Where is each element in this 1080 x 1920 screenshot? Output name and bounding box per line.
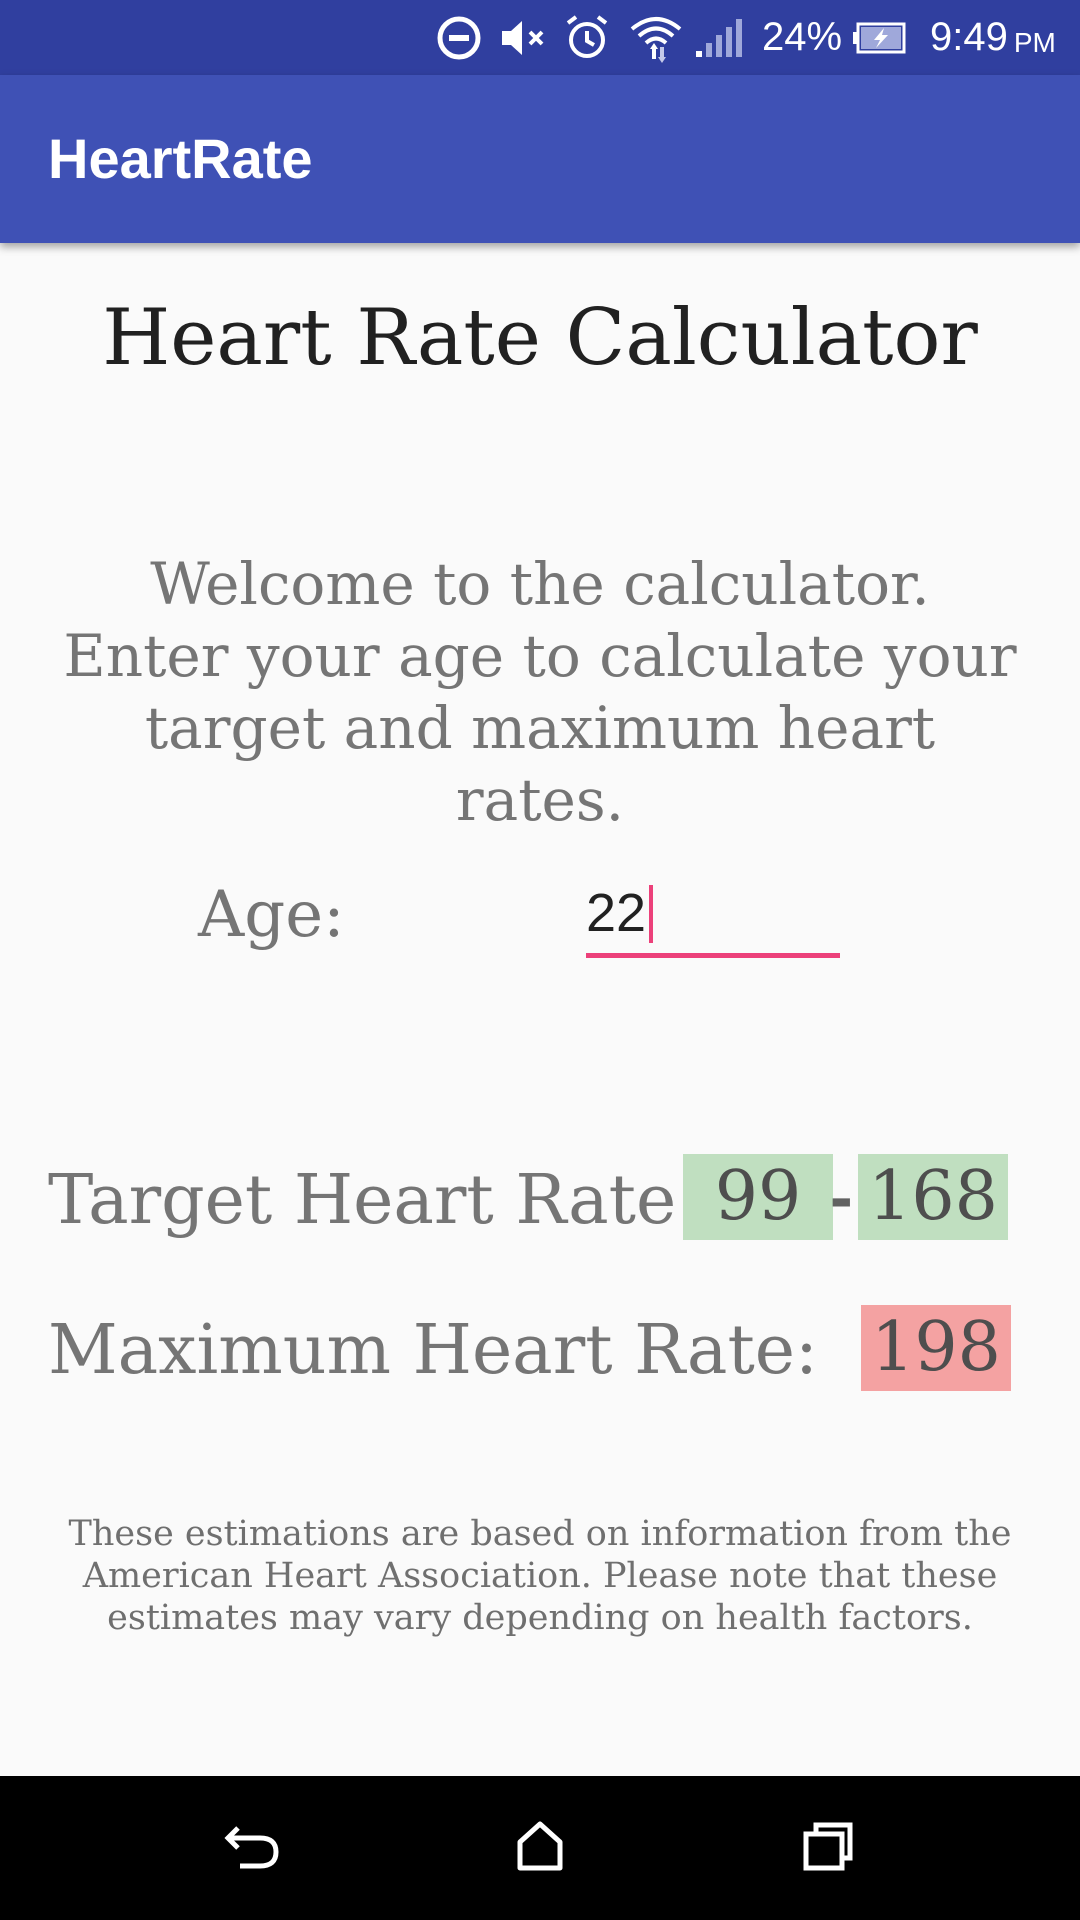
target-separator: -: [830, 1159, 853, 1235]
do-not-disturb-icon: [436, 0, 482, 75]
age-label: Age:: [198, 878, 345, 952]
disclaimer-note: These estimations are based on informati…: [68, 1514, 1012, 1638]
age-input-value: 22: [586, 883, 647, 943]
clock: 9:49 PM: [930, 0, 1056, 75]
status-time: 9:49: [930, 15, 1008, 59]
home-icon: [514, 1820, 566, 1876]
text-cursor: [649, 884, 654, 943]
back-icon: [222, 1818, 282, 1878]
navigation-bar: [0, 1776, 1080, 1920]
wifi-icon: [628, 0, 684, 75]
alarm-icon: [562, 0, 612, 75]
main-content: Heart Rate Calculator Welcome to the cal…: [0, 243, 1080, 1775]
maximum-heart-rate-label: Maximum Heart Rate:: [48, 1311, 818, 1390]
mute-icon: [498, 0, 550, 75]
status-bar: 24% 9:49 PM: [0, 0, 1080, 75]
app-bar: HeartRate: [0, 75, 1080, 243]
app-title: HeartRate: [48, 127, 313, 190]
target-heart-rate-label: Target Heart Rate:: [48, 1161, 700, 1240]
recents-icon: [800, 1820, 856, 1876]
maximum-heart-rate-value: 198: [861, 1305, 1011, 1391]
battery-charging-icon: [852, 0, 908, 75]
target-high-value: 168: [858, 1154, 1008, 1240]
target-low-value: 99: [683, 1154, 833, 1240]
welcome-text: Welcome to the calculator. Enter your ag…: [63, 550, 1017, 834]
recents-button[interactable]: [756, 1776, 900, 1920]
status-ampm: PM: [1013, 26, 1056, 58]
age-input[interactable]: 22: [586, 873, 840, 958]
back-button[interactable]: [180, 1776, 324, 1920]
age-input-content: 22: [586, 873, 654, 953]
signal-icon: [694, 0, 744, 75]
page-title: Heart Rate Calculator: [102, 293, 978, 383]
battery-percent: 24%: [762, 15, 843, 59]
home-button[interactable]: [468, 1776, 612, 1920]
